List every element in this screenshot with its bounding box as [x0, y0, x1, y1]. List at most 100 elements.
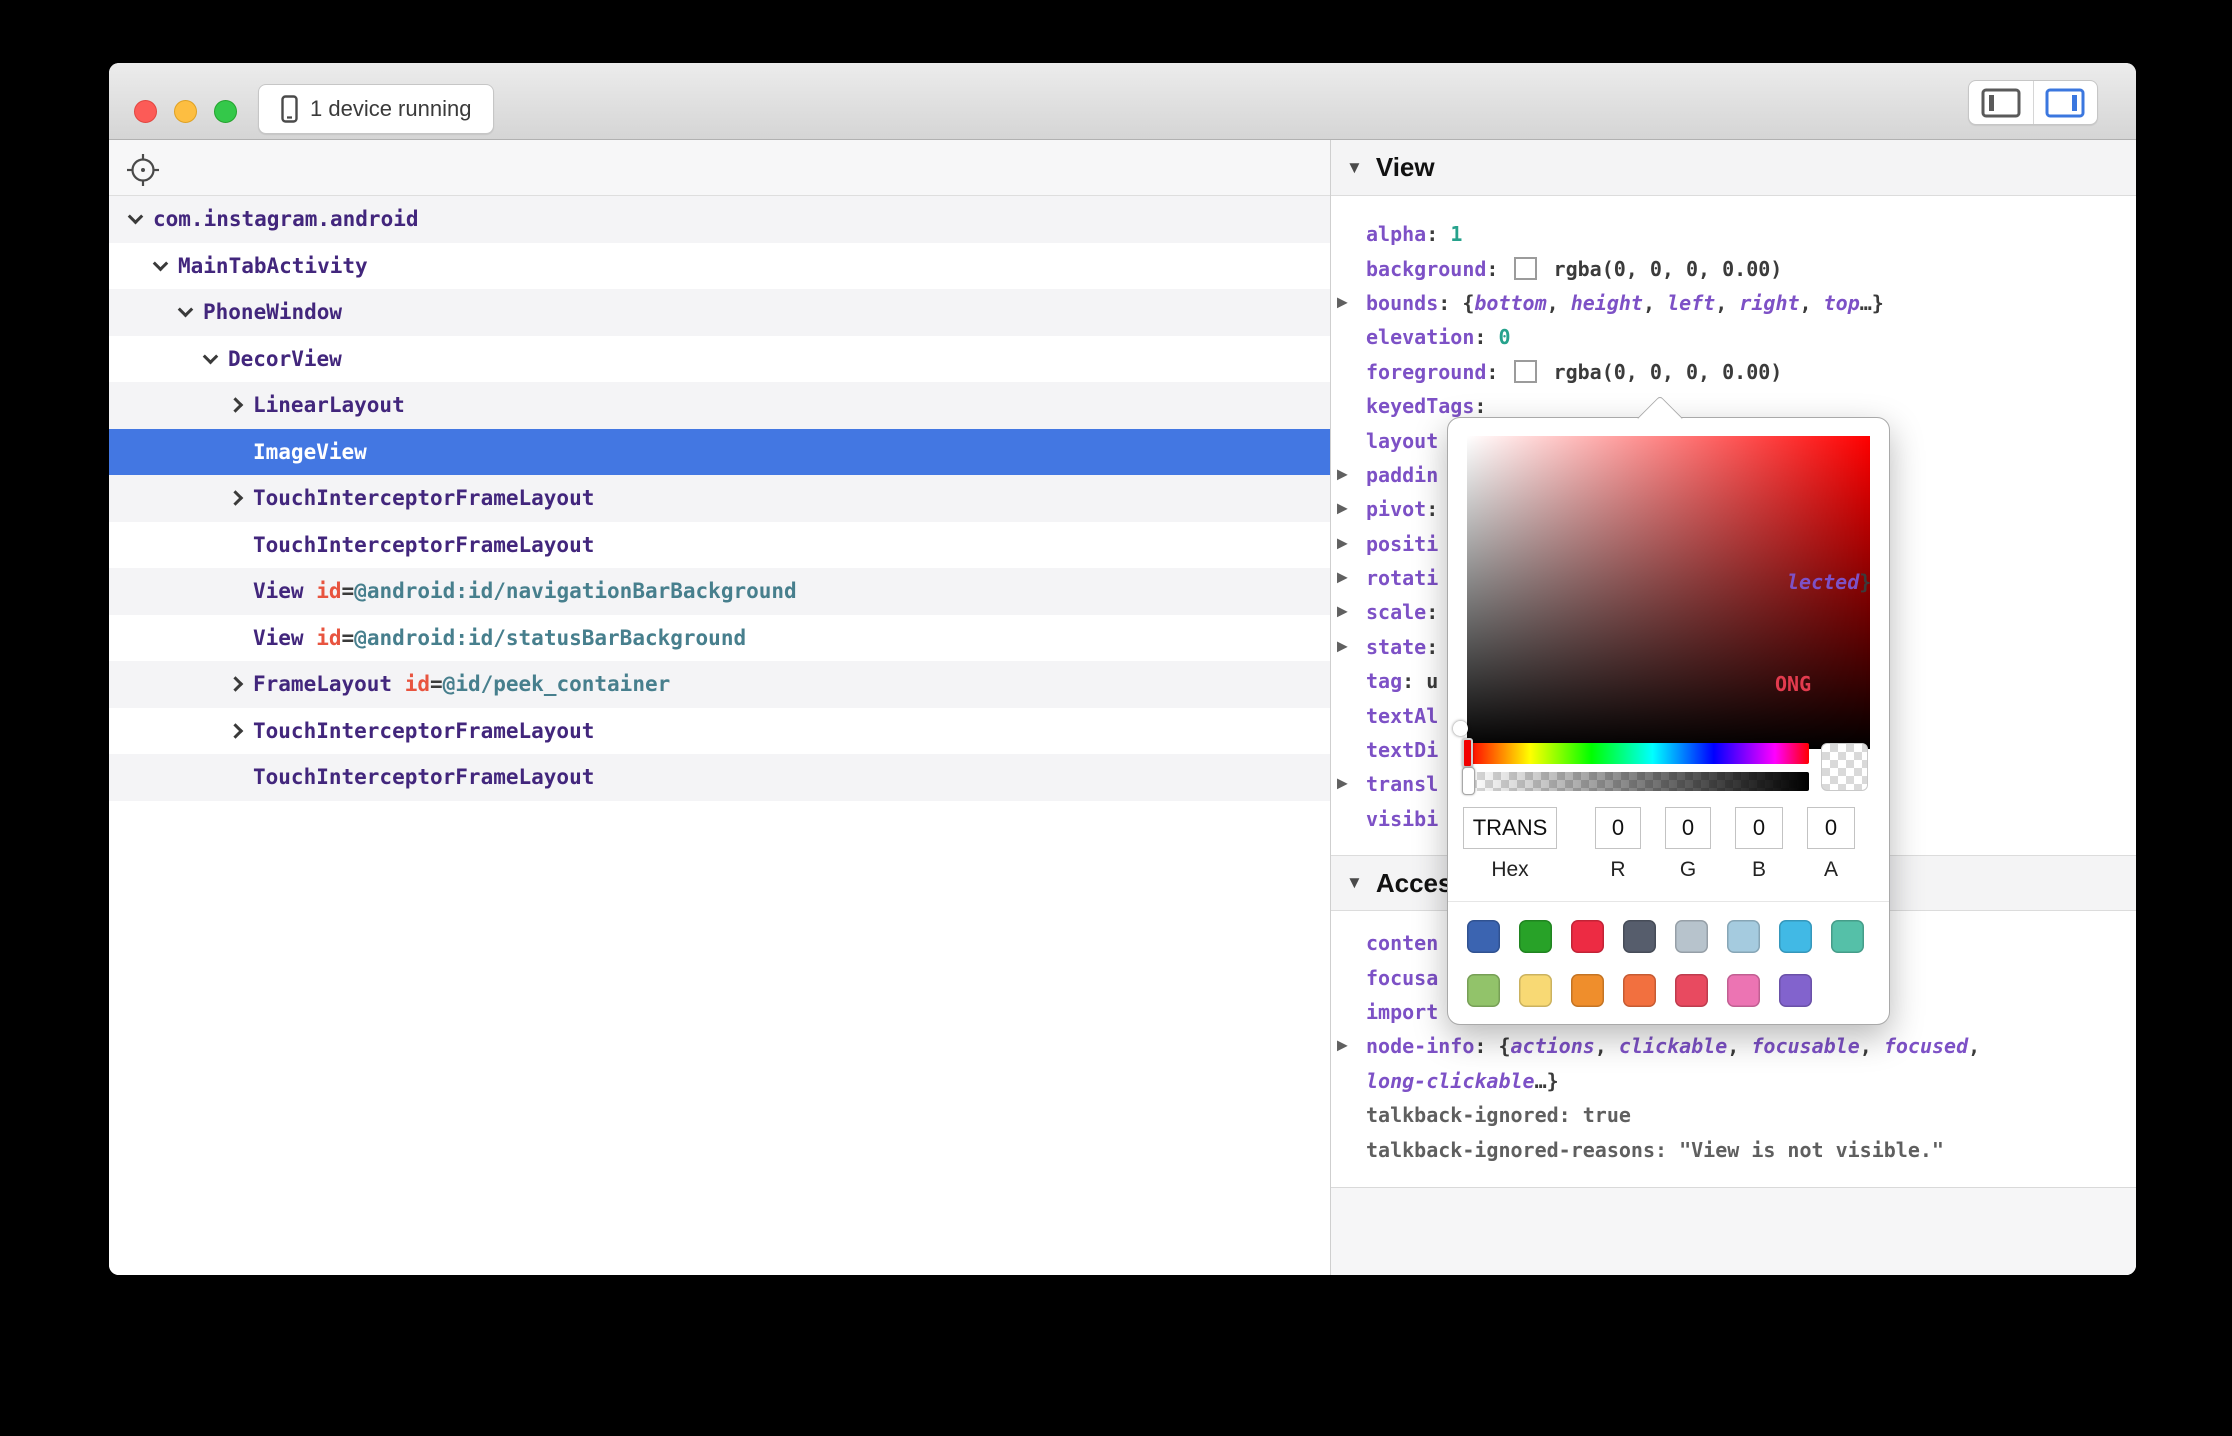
- preset-color-swatch[interactable]: [1519, 920, 1552, 953]
- text-segment: node-info: [1366, 1034, 1474, 1058]
- disclosure-triangle-icon[interactable]: ▶: [1337, 501, 1348, 517]
- green-input[interactable]: [1665, 807, 1711, 849]
- text-segment: left: [1667, 291, 1715, 315]
- alpha-input[interactable]: [1807, 807, 1855, 849]
- blue-input[interactable]: [1735, 807, 1783, 849]
- preset-color-swatch[interactable]: [1623, 974, 1656, 1007]
- preset-color-swatch[interactable]: [1779, 920, 1812, 953]
- panel-divider[interactable]: [1330, 140, 1331, 1275]
- color-checkbox-swatch[interactable]: [1514, 360, 1537, 383]
- property-row[interactable]: ▶bounds: {bottom, height, left, right, t…: [1330, 286, 2136, 320]
- tree-row[interactable]: View id=@android:id/statusBarBackground: [109, 615, 1330, 662]
- preset-color-swatch[interactable]: [1831, 920, 1864, 953]
- preset-color-swatch[interactable]: [1675, 974, 1708, 1007]
- left-panel-icon: [1981, 88, 2021, 118]
- smartphone-icon: [281, 95, 298, 123]
- tree-row[interactable]: ImageView: [109, 429, 1330, 476]
- section-collapse-icon[interactable]: ▼: [1346, 873, 1363, 893]
- property-row[interactable]: ▶node-info: {actions, clickable, focusab…: [1330, 1029, 2136, 1063]
- text-segment: scale: [1366, 600, 1426, 624]
- disclosure-triangle-icon[interactable]: ▶: [1337, 295, 1348, 311]
- preset-color-swatch[interactable]: [1571, 974, 1604, 1007]
- text-segment: : {: [1474, 1034, 1510, 1058]
- property-row: elevation: 0: [1330, 320, 2136, 354]
- preset-color-swatch[interactable]: [1571, 920, 1604, 953]
- tree-row[interactable]: MainTabActivity: [109, 243, 1330, 290]
- tree-row[interactable]: com.instagram.android: [109, 196, 1330, 243]
- tree-row[interactable]: TouchInterceptorFrameLayout: [109, 754, 1330, 801]
- disclosure-triangle-icon[interactable]: ▶: [1337, 639, 1348, 655]
- alpha-slider-handle[interactable]: [1462, 767, 1475, 795]
- device-running-button[interactable]: 1 device running: [258, 84, 494, 134]
- tree-row[interactable]: DecorView: [109, 336, 1330, 383]
- hue-slider-handle[interactable]: [1462, 738, 1473, 768]
- preset-color-swatch[interactable]: [1467, 974, 1500, 1007]
- text-segment: View: [253, 626, 316, 650]
- text-segment: alpha: [1366, 222, 1426, 246]
- property-row: foreground: rgba(0, 0, 0, 0.00): [1330, 355, 2136, 389]
- tree-row[interactable]: TouchInterceptorFrameLayout: [109, 708, 1330, 755]
- preset-color-swatch[interactable]: [1779, 974, 1812, 1007]
- screen: 1 device running: [0, 0, 2232, 1436]
- minimize-button[interactable]: [174, 100, 197, 123]
- hex-label: Hex: [1491, 858, 1528, 882]
- text-segment: TouchInterceptorFrameLayout: [253, 533, 594, 557]
- tree-row[interactable]: TouchInterceptorFrameLayout: [109, 475, 1330, 522]
- preset-color-swatch[interactable]: [1467, 920, 1500, 953]
- color-cursor[interactable]: [1453, 721, 1468, 736]
- disclosure-triangle-icon[interactable]: ▶: [1337, 570, 1348, 586]
- text-segment: @id/peek_container: [443, 672, 671, 696]
- text-segment: bottom: [1474, 291, 1546, 315]
- text-segment: : {: [1438, 291, 1474, 315]
- alpha-slider[interactable]: [1469, 772, 1809, 791]
- toggle-left-panel-button[interactable]: [1969, 81, 2033, 124]
- text-segment: =: [430, 672, 443, 696]
- preset-color-swatch[interactable]: [1519, 974, 1552, 1007]
- view-section-header[interactable]: ▼ View: [1330, 140, 2136, 196]
- tree-node-label: TouchInterceptorFrameLayout: [109, 486, 594, 510]
- text-segment: …}: [1860, 291, 1884, 315]
- text-segment: ,: [1595, 1034, 1619, 1058]
- hex-input[interactable]: [1463, 807, 1557, 849]
- preset-color-swatch[interactable]: [1727, 974, 1760, 1007]
- close-button[interactable]: [134, 100, 157, 123]
- disclosure-triangle-icon[interactable]: ▶: [1337, 604, 1348, 620]
- toggle-right-panel-button[interactable]: [2033, 81, 2098, 124]
- tree-row[interactable]: View id=@android:id/navigationBarBackgro…: [109, 568, 1330, 615]
- tree-node-label: View id=@android:id/statusBarBackground: [109, 626, 746, 650]
- tree-node-label: LinearLayout: [109, 393, 405, 417]
- text-segment: focused: [1884, 1034, 1968, 1058]
- text-segment: pivot: [1366, 497, 1426, 521]
- app-window: 1 device running: [109, 63, 2136, 1275]
- text-segment: height: [1571, 291, 1643, 315]
- disclosure-triangle-icon[interactable]: ▶: [1337, 1038, 1348, 1054]
- text-segment: TouchInterceptorFrameLayout: [253, 719, 594, 743]
- text-segment: MainTabActivity: [178, 254, 368, 278]
- tree-row[interactable]: PhoneWindow: [109, 289, 1330, 336]
- tree-row[interactable]: LinearLayout: [109, 382, 1330, 429]
- disclosure-triangle-icon[interactable]: ▶: [1337, 535, 1348, 551]
- property-row: long-clickable…}: [1330, 1064, 2136, 1098]
- preset-color-swatch[interactable]: [1623, 920, 1656, 953]
- text-segment: long-clickable: [1366, 1069, 1535, 1093]
- clipped-text-fragment: ONG: [1775, 672, 1811, 696]
- locate-element-button[interactable]: [123, 150, 163, 190]
- tree-row[interactable]: TouchInterceptorFrameLayout: [109, 522, 1330, 569]
- disclosure-triangle-icon[interactable]: ▶: [1337, 467, 1348, 483]
- preset-color-swatch[interactable]: [1675, 920, 1708, 953]
- tree-row[interactable]: FrameLayout id=@id/peek_container: [109, 661, 1330, 708]
- color-checkbox-swatch[interactable]: [1514, 257, 1537, 280]
- zoom-button[interactable]: [214, 100, 237, 123]
- hue-slider[interactable]: [1469, 743, 1809, 764]
- property-row: alpha: 1: [1330, 217, 2136, 251]
- text-segment: PhoneWindow: [203, 300, 342, 324]
- text-segment: 1: [1450, 222, 1462, 246]
- text-segment: ImageView: [253, 440, 367, 464]
- text-segment: ,: [1643, 291, 1667, 315]
- section-collapse-icon[interactable]: ▼: [1346, 158, 1363, 178]
- disclosure-triangle-icon[interactable]: ▶: [1337, 776, 1348, 792]
- red-input[interactable]: [1595, 807, 1641, 849]
- text-segment: top: [1824, 291, 1860, 315]
- property-row: talkback-ignored: true: [1330, 1098, 2136, 1132]
- preset-color-swatch[interactable]: [1727, 920, 1760, 953]
